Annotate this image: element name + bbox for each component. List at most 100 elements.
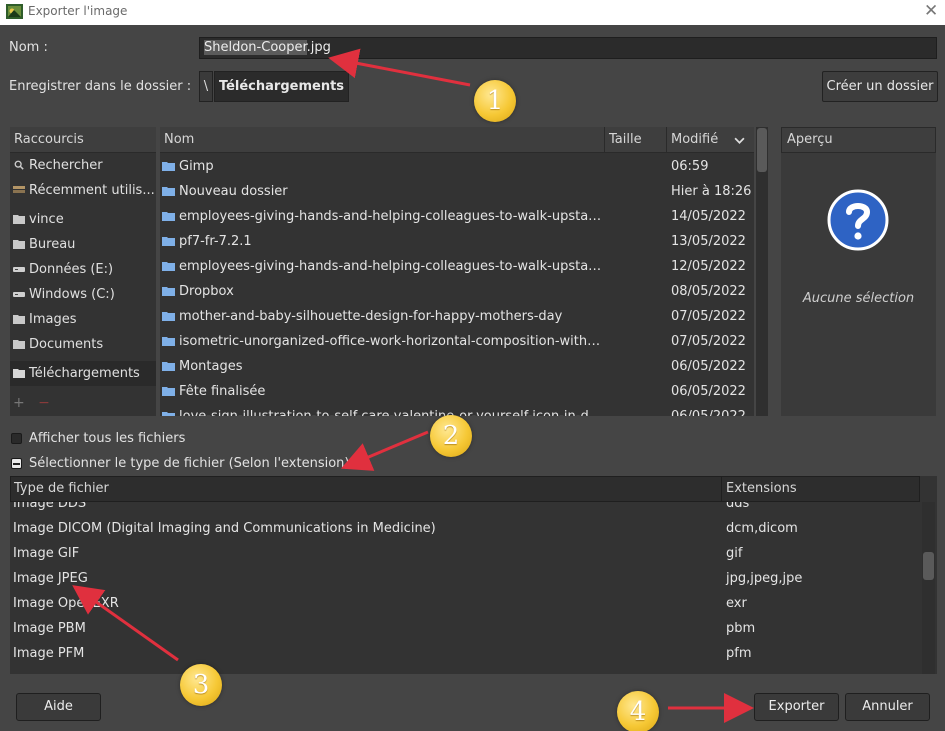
annotation-arrow-2 xyxy=(340,430,429,471)
file-modified: 12/05/2022 xyxy=(671,259,746,274)
folder-icon xyxy=(162,312,175,321)
file-row[interactable]: Fête finalisée 06/05/2022 xyxy=(160,379,754,404)
file-name-label: Gimp xyxy=(179,159,214,174)
file-row[interactable]: pf7-fr-7.2.1 13/05/2022 xyxy=(160,229,754,254)
filename-input[interactable]: Sheldon-Cooper.jpg xyxy=(199,37,937,59)
column-extensions[interactable]: Extensions xyxy=(723,477,919,501)
folder-icon xyxy=(13,215,25,224)
shortcut-label: Téléchargements xyxy=(29,366,140,381)
file-type-row[interactable]: Image JPEG jpg,jpeg,jpe xyxy=(10,566,920,591)
file-name-label: love-sign-illustration-to-self-care-vale… xyxy=(179,409,601,416)
file-type-name: Image JPEG xyxy=(13,571,88,586)
file-modified: 06:59 xyxy=(671,159,709,174)
close-icon[interactable]: ✕ xyxy=(924,1,938,21)
create-folder-button[interactable]: Créer un dossier xyxy=(822,71,938,102)
file-type-row[interactable]: Image PBM pbm xyxy=(10,616,920,641)
help-button[interactable]: Aide xyxy=(16,693,101,721)
file-type-row[interactable]: Image GIF gif xyxy=(10,541,920,566)
file-type-extensions: pfm xyxy=(726,646,752,661)
shortcut-drive-e[interactable]: Données (E:) xyxy=(10,257,156,282)
shortcut-label: Windows (C:) xyxy=(29,287,115,302)
select-file-type-label[interactable]: Sélectionner le type de fichier (Selon l… xyxy=(29,456,349,471)
shortcut-label: Rechercher xyxy=(29,158,103,173)
shortcut-images[interactable]: Images xyxy=(10,307,156,332)
column-file-type[interactable]: Type de fichier xyxy=(11,477,722,501)
file-list-header: Nom Taille Modifié xyxy=(160,127,754,153)
file-modified: 06/05/2022 xyxy=(671,359,746,374)
file-row[interactable]: employees-giving-hands-and-helping-colle… xyxy=(160,204,754,229)
file-type-name: Image GIF xyxy=(13,546,80,561)
drive-icon xyxy=(13,267,25,272)
column-modified[interactable]: Modifié xyxy=(667,127,754,153)
column-name[interactable]: Nom xyxy=(160,127,605,153)
name-label: Nom : xyxy=(9,40,48,55)
filename-extension: .jpg xyxy=(306,40,331,55)
folder-icon xyxy=(162,262,175,271)
file-row[interactable]: employees-giving-hands-and-helping-colle… xyxy=(160,254,754,279)
folder-icon xyxy=(162,412,175,416)
add-bookmark-button[interactable]: + xyxy=(13,395,25,411)
file-row[interactable]: mother-and-baby-silhouette-design-for-ha… xyxy=(160,304,754,329)
file-row[interactable]: Montages 06/05/2022 xyxy=(160,354,754,379)
show-all-files-checkbox[interactable] xyxy=(11,433,22,444)
search-icon xyxy=(14,160,24,170)
remove-bookmark-button[interactable]: − xyxy=(38,395,50,411)
column-size[interactable]: Taille xyxy=(605,127,667,153)
shortcut-search[interactable]: Rechercher xyxy=(10,153,156,178)
file-type-extensions: dcm,dicom xyxy=(726,521,798,536)
file-type-table: Image DDS dds Image DICOM (Digital Imaging… xyxy=(10,476,937,674)
folder-icon xyxy=(162,362,175,371)
file-name: Gimp xyxy=(162,154,602,179)
shortcut-documents[interactable]: Documents xyxy=(10,332,156,357)
show-all-files-label[interactable]: Afficher tous les fichiers xyxy=(29,431,185,446)
path-root-button[interactable]: \ xyxy=(199,71,213,102)
folder-icon xyxy=(162,337,175,346)
shortcut-vince[interactable]: vince xyxy=(10,207,156,232)
cancel-button[interactable]: Annuler xyxy=(845,693,930,721)
annotation-badge-4: 4 xyxy=(617,691,659,731)
shortcut-telechargements[interactable]: Téléchargements xyxy=(10,361,156,386)
file-name: mother-and-baby-silhouette-design-for-ha… xyxy=(162,304,602,329)
shortcut-bureau[interactable]: Bureau xyxy=(10,232,156,257)
shortcut-label: Bureau xyxy=(29,237,76,252)
file-row[interactable]: love-sign-illustration-to-self-care-vale… xyxy=(160,404,754,416)
folder-icon xyxy=(13,340,25,349)
file-modified: 13/05/2022 xyxy=(671,234,746,249)
title-bar: Exporter l'image ✕ xyxy=(0,0,945,25)
file-row[interactable]: Nouveau dossier Hier à 18:26 xyxy=(160,179,754,204)
folder-icon xyxy=(162,162,175,171)
file-name-label: Montages xyxy=(179,359,243,374)
shortcut-drive-c[interactable]: Windows (C:) xyxy=(10,282,156,307)
file-type-header: Type de fichier Extensions xyxy=(10,476,920,502)
shortcut-recent[interactable]: Récemment utilis... xyxy=(10,178,156,203)
file-name-label: isometric-unorganized-office-work-horizo… xyxy=(179,334,602,349)
file-type-row[interactable]: Image OpenEXR exr xyxy=(10,591,920,616)
file-name-label: Fête finalisée xyxy=(179,384,266,399)
folder-icon xyxy=(162,187,175,196)
file-name: pf7-fr-7.2.1 xyxy=(162,229,602,254)
file-row[interactable]: Dropbox 08/05/2022 xyxy=(160,279,754,304)
file-type-row[interactable]: Image PFM pfm xyxy=(10,641,920,666)
file-name-label: mother-and-baby-silhouette-design-for-ha… xyxy=(179,309,563,324)
filename-basename-selected: Sheldon-Cooper xyxy=(204,40,307,55)
shortcuts-header: Raccourcis xyxy=(10,127,156,153)
shortcut-label: Images xyxy=(29,312,77,327)
shortcut-label: Récemment utilis... xyxy=(29,183,155,198)
file-name: employees-giving-hands-and-helping-colle… xyxy=(162,204,602,229)
file-row[interactable]: isometric-unorganized-office-work-horizo… xyxy=(160,329,754,354)
file-row[interactable]: Gimp 06:59 xyxy=(160,154,754,179)
file-type-name: Image DICOM (Digital Imaging and Communi… xyxy=(13,521,436,536)
folder-icon xyxy=(162,212,175,221)
file-name-label: Dropbox xyxy=(179,284,234,299)
file-type-scroll-thumb[interactable] xyxy=(923,552,934,580)
file-list-scroll-thumb[interactable] xyxy=(757,128,767,172)
file-type-extensions: exr xyxy=(726,596,747,611)
path-current-button[interactable]: Téléchargements xyxy=(214,71,349,102)
drive-icon xyxy=(13,292,25,297)
shortcut-label: Documents xyxy=(29,337,104,352)
file-type-row[interactable]: Image DICOM (Digital Imaging and Communi… xyxy=(10,516,920,541)
folder-icon xyxy=(162,387,175,396)
export-button[interactable]: Exporter xyxy=(754,693,839,721)
annotation-badge-3: 3 xyxy=(180,664,222,706)
file-type-scrollbar[interactable] xyxy=(922,502,935,674)
